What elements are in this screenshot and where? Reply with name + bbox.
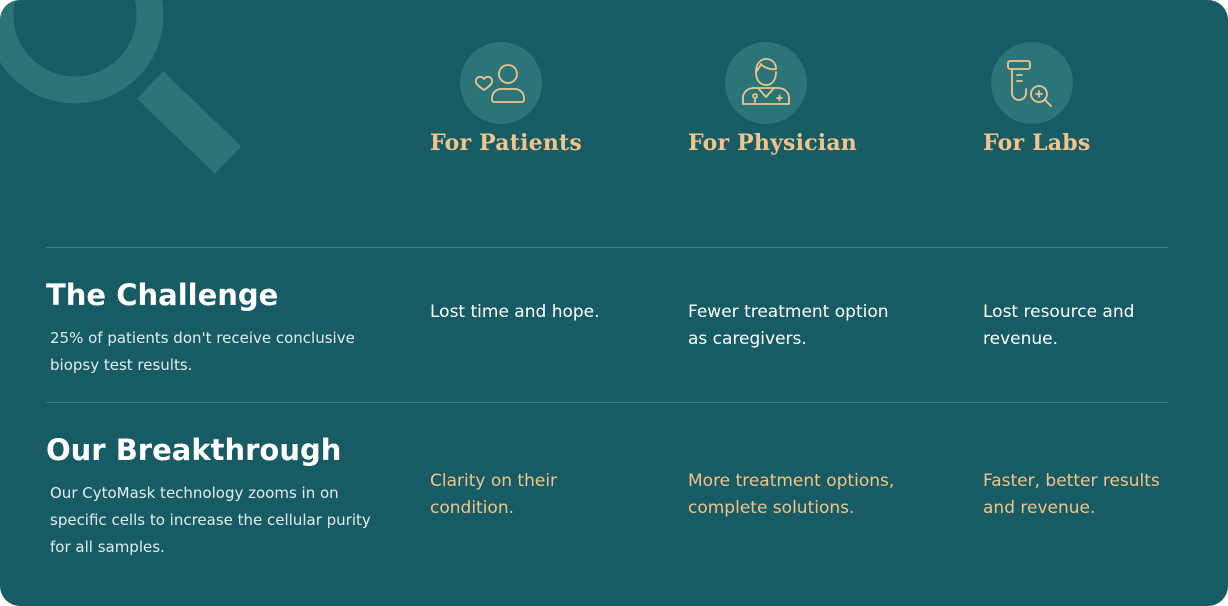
audience-title-labs: For Labs	[983, 130, 1091, 156]
breakthrough-patients: Clarity on their condition.	[430, 471, 558, 518]
breakthrough-labs: Faster, better results and revenue.	[983, 471, 1160, 518]
audience-title-physician: For Physician	[688, 130, 858, 156]
divider-middle	[46, 402, 1168, 403]
lab-test-tube-icon	[991, 42, 1073, 124]
magnifier-decoration-icon	[0, 0, 242, 174]
challenge-title: The Challenge	[46, 278, 279, 312]
comparison-card: For Patients For Physician For Labs The …	[0, 0, 1228, 606]
breakthrough-title: Our Breakthrough	[46, 433, 342, 467]
breakthrough-physician: More treatment options, complete solutio…	[688, 471, 895, 518]
physician-icon	[725, 42, 807, 124]
breakthrough-description: Our CytoMask technology zooms in on spec…	[50, 484, 371, 556]
challenge-physician: Fewer treatment option as caregivers.	[688, 302, 889, 349]
patient-heart-icon	[460, 42, 542, 124]
challenge-patients: Lost time and hope.	[430, 302, 600, 322]
audience-title-patients: For Patients	[430, 130, 583, 156]
challenge-labs: Lost resource and revenue.	[983, 302, 1135, 349]
challenge-description: 25% of patients don't receive conclusive…	[50, 329, 355, 374]
divider-top	[46, 247, 1168, 248]
